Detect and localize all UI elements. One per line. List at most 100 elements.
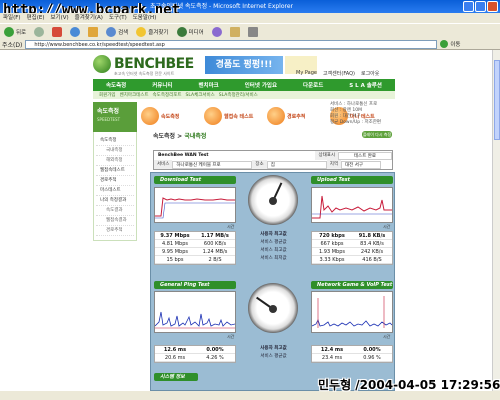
route-icon bbox=[267, 107, 285, 125]
sidebar-item[interactable]: 속도측정 bbox=[96, 136, 134, 146]
region-value[interactable]: 대전 서구 bbox=[340, 160, 381, 169]
sidebar-item[interactable]: 마스테스트 bbox=[96, 186, 134, 196]
subnav-item[interactable]: SLA체크서비스 bbox=[186, 92, 215, 98]
print-button[interactable] bbox=[246, 26, 260, 38]
forward-button[interactable] bbox=[32, 26, 46, 38]
subnav-item[interactable]: 속도측정리포트 bbox=[153, 92, 182, 98]
nav-signup[interactable]: 인터넷 가입요 bbox=[245, 81, 277, 89]
speed-label: 사용자 최고값 bbox=[260, 232, 287, 237]
nav-community[interactable]: 커뮤니티 bbox=[152, 81, 172, 89]
home-icon bbox=[88, 26, 99, 37]
ping-time-label: 시간 bbox=[227, 334, 235, 339]
logo-subtitle: 초고속 인터넷 속도측정 전문 사이트 bbox=[114, 71, 175, 76]
subnav-item[interactable]: 회원가입 bbox=[99, 92, 116, 98]
game-graph-svg bbox=[311, 296, 393, 328]
place-value[interactable]: 집 bbox=[266, 160, 327, 169]
upload-test-header: Upload Test bbox=[311, 176, 393, 184]
link-mypage[interactable]: My Page bbox=[296, 70, 317, 77]
menu-bar: 파일(F) 편집(E) 보기(V) 즐겨찾기(A) 도구(T) 도움말(H) bbox=[0, 13, 500, 23]
sub-nav: 회원가입 벤치마크테스트 속도측정리포트 SLA체크서비스 SLA측정관리/서비… bbox=[93, 91, 395, 99]
stop-icon bbox=[52, 26, 63, 37]
window-controls bbox=[463, 1, 498, 12]
sidebar-item[interactable]: 나의 측정결과 bbox=[96, 196, 134, 206]
back-arrow-icon bbox=[4, 26, 14, 37]
download-time-label: 시간 bbox=[227, 224, 235, 229]
link-faq[interactable]: 고객센터(FAQ) bbox=[323, 70, 355, 77]
link-logout[interactable]: 로그아웃 bbox=[361, 70, 379, 77]
menu-tools[interactable]: 도구(T) bbox=[109, 13, 127, 23]
media-button[interactable]: 미디어 bbox=[175, 26, 206, 38]
sidebar-item[interactable]: 속도결과 bbox=[96, 206, 134, 216]
ping-stat-row: 20.6 ms 4.26 % bbox=[155, 354, 235, 362]
address-input[interactable]: http://www.benchbee.co.kr/speedtest/spee… bbox=[25, 39, 438, 49]
sidebar-item[interactable]: 웹접속테스트 bbox=[96, 166, 134, 176]
mail-button[interactable] bbox=[228, 26, 242, 38]
upload-stat-row: 1.93 Mbps 242 KB/s bbox=[312, 248, 392, 256]
menu-favorites[interactable]: 즐겨찾기(A) bbox=[75, 13, 103, 23]
minimize-button[interactable] bbox=[463, 1, 474, 12]
menu-view[interactable]: 보기(V) bbox=[50, 13, 68, 23]
close-button[interactable] bbox=[487, 1, 498, 12]
retest-button[interactable]: 플레이 다시 측정하기 bbox=[362, 131, 392, 144]
refresh-button[interactable] bbox=[68, 26, 82, 38]
user-info-line: 평균 Down/Up : 저조한편 bbox=[330, 120, 382, 125]
sidebar-item[interactable]: 해외측정 bbox=[96, 156, 134, 166]
home-button[interactable] bbox=[86, 26, 100, 38]
service-value[interactable]: 하나로통신 케이블 프로 bbox=[172, 160, 253, 169]
sidebar-item[interactable]: 경로추적 bbox=[96, 176, 134, 186]
refresh-icon bbox=[70, 26, 81, 37]
user-info: 서비스 : 하나로통신 프로 회선 : 광랜 10M 회원 : 대전 서구 평균… bbox=[330, 102, 396, 130]
subnav-item[interactable]: SLA측정관리/서비스 bbox=[219, 92, 258, 98]
nav-sla[interactable]: S L A 솔루션 bbox=[349, 81, 382, 89]
sidebar-item[interactable]: 경로추적 bbox=[96, 226, 134, 236]
game-series-line bbox=[311, 318, 393, 327]
sidebar-item[interactable]: 웹접속결과 bbox=[96, 216, 134, 226]
menu-file[interactable]: 파일(F) bbox=[3, 13, 21, 23]
feature-speedtest[interactable]: 속도측정 bbox=[141, 102, 202, 130]
nav-download[interactable]: 다운로드 bbox=[303, 81, 323, 89]
scrollbar-thumb[interactable] bbox=[494, 60, 500, 140]
main-nav: 속도측정 커뮤니티 벤치마크 인터넷 가입요 다운로드 S L A 솔루션 bbox=[93, 79, 395, 91]
wan-test-title: BenchBee WAN Test bbox=[158, 153, 209, 158]
sidebar-header: 속도측정 SPEEDTEST bbox=[93, 102, 137, 132]
stop-button[interactable] bbox=[50, 26, 64, 38]
web-page: BENCHBEE 초고속 인터넷 속도측정 전문 사이트 경품도 펑펑!!! M… bbox=[0, 50, 492, 391]
feature-webtest[interactable]: 웹접속 테스트 bbox=[204, 102, 265, 130]
status-label: 상태표시 bbox=[315, 151, 338, 160]
test-dashboard: Download Test 시간 Upload Test 시간 9.37 Mbp… bbox=[150, 172, 395, 391]
game-stat-row: 12.4 ms 0.00% bbox=[312, 346, 392, 354]
promo-banner[interactable]: 경품도 펑펑!!! bbox=[205, 56, 283, 74]
ping-graph-svg bbox=[154, 311, 236, 329]
search-button[interactable]: 검색 bbox=[104, 26, 130, 38]
sidebar-list: 속도측정 국내측정 해외측정 웹접속테스트 경로추적 마스테스트 나의 측정결과… bbox=[93, 132, 137, 241]
favorites-button[interactable]: 즐겨찾기 bbox=[134, 26, 170, 38]
back-button[interactable]: 뒤로 bbox=[2, 26, 28, 38]
go-button[interactable]: 이동 bbox=[440, 40, 460, 48]
ping-labels: 사용자 최고값 서비스 평균값 bbox=[241, 345, 306, 361]
status-value: 테스트 완료 bbox=[338, 151, 392, 160]
menu-help[interactable]: 도움말(H) bbox=[133, 13, 157, 23]
upload-stat-row: 720 kbps 91.8 KB/s bbox=[312, 232, 392, 240]
upload-graph bbox=[311, 187, 393, 223]
nav-benchmark[interactable]: 벤치마크 bbox=[199, 81, 219, 89]
benchbee-logo-icon bbox=[93, 55, 111, 73]
sidebar-title: 속도측정 bbox=[97, 108, 120, 115]
system-info-header: 시스템 정보 bbox=[154, 373, 198, 381]
go-arrow-icon bbox=[440, 40, 449, 48]
history-button[interactable] bbox=[210, 26, 224, 38]
menu-edit[interactable]: 편집(E) bbox=[27, 13, 45, 23]
maximize-button[interactable] bbox=[475, 1, 486, 12]
feature-traceroute[interactable]: 경로추적 bbox=[267, 102, 328, 130]
mail-icon bbox=[229, 26, 240, 37]
page-scrollbar[interactable] bbox=[492, 50, 500, 391]
upload-graph-svg bbox=[312, 195, 392, 219]
nav-speedtest[interactable]: 속도측정 bbox=[106, 81, 126, 89]
region-label: 지역 bbox=[326, 160, 341, 169]
subnav-item[interactable]: 벤치마크테스트 bbox=[120, 92, 149, 98]
sidebar-item[interactable]: 국내측정 bbox=[96, 146, 134, 156]
history-icon bbox=[211, 26, 222, 37]
ping-gauge bbox=[248, 283, 298, 333]
sidebar: 속도측정 SPEEDTEST 속도측정 국내측정 해외측정 웹접속테스트 경로추… bbox=[93, 102, 137, 332]
place-label: 장소 bbox=[252, 160, 267, 169]
top-links: My Page 고객센터(FAQ) 로그아웃 bbox=[296, 70, 379, 77]
